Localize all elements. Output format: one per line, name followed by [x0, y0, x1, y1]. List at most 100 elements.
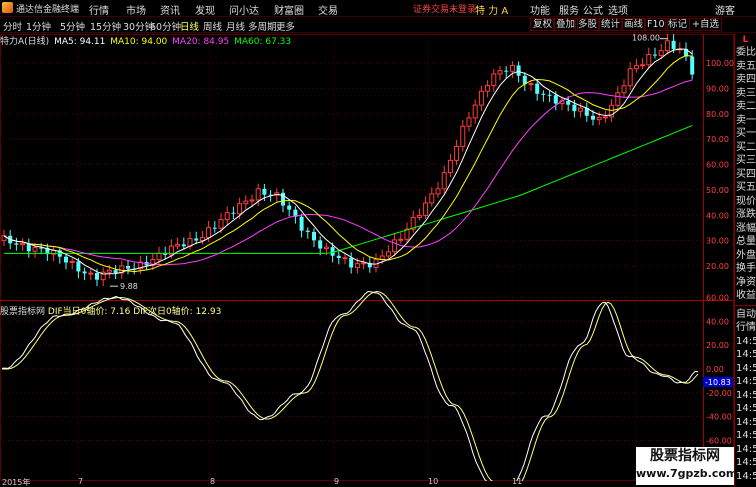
period-monthly[interactable]: 月线: [226, 19, 245, 33]
candle-body: [547, 94, 552, 96]
candle-body: [106, 269, 112, 273]
candle-body: [658, 50, 664, 56]
menu-item-news[interactable]: 资讯: [160, 2, 180, 17]
candle-body: [454, 145, 460, 161]
dif-today-zero: DIF当日0轴价: 7.16: [47, 307, 131, 317]
multi-stock-button[interactable]: 多股: [575, 18, 601, 31]
candle-body: [231, 212, 236, 214]
period-more[interactable]: 更多: [276, 19, 295, 33]
period-weekly[interactable]: 周线: [203, 19, 222, 33]
candle-body: [653, 54, 657, 56]
candle-body: [460, 125, 466, 147]
candle-body: [156, 252, 162, 261]
candle-body: [224, 212, 230, 221]
kline-chart[interactable]: 100.00 90.00 80.00 70.00 60.00 50.00 40.00 30.0…: [0, 34, 734, 481]
indicator-axis-label: -40.00: [706, 413, 732, 422]
candle-body: [591, 115, 595, 120]
menu-item-quotes[interactable]: 行情: [89, 2, 109, 17]
indicator-axis-label: -60.00: [706, 437, 732, 446]
candle-body: [572, 104, 577, 112]
menu-item-ask[interactable]: 问小达: [229, 2, 259, 17]
panel-item: 卖四: [736, 74, 756, 85]
indicator-name: 股票指标网: [0, 307, 46, 317]
mark-button[interactable]: 标记: [665, 18, 691, 31]
watermark-title: 股票指标网: [650, 448, 720, 464]
panel-item: 卖二: [736, 101, 756, 112]
panel-item: 现价: [736, 195, 756, 207]
panel-item: 14:56: [736, 430, 756, 441]
date-label: 10: [428, 477, 439, 486]
dif-tomorrow-zero: DIF次日0轴价: 12.93: [133, 307, 222, 317]
menu-item-trade[interactable]: 交易: [318, 2, 338, 17]
candle-body: [330, 247, 335, 256]
candle-body: [485, 85, 491, 92]
candle-body: [255, 188, 261, 201]
candle-body: [323, 246, 329, 250]
menu-item-fortune[interactable]: 财富圈: [274, 2, 304, 17]
date-label: 9: [334, 477, 340, 486]
ma10-value: MA10: 94.00: [110, 37, 168, 47]
period-5min[interactable]: 5分钟: [60, 19, 85, 33]
low-price-label: 9.88: [120, 282, 138, 291]
add-watchlist-button[interactable]: +自选: [689, 18, 722, 31]
panel-item: 买四: [736, 168, 756, 180]
candle-body: [441, 172, 447, 190]
panel-item: 买五: [736, 182, 756, 193]
main-chart-header: 特力A(日线) MA5: 94.11 MA10: 94.00 MA20: 84.…: [0, 34, 700, 47]
date-label: 8: [210, 477, 216, 486]
quote-side-panel: L 委比 卖五 卖四 卖三 卖二 卖一 买一 买二 买三 买四 买五 现价 涨跌 涨幅 总量 外盘 换手 净资 收益…: [734, 34, 756, 487]
period-1min[interactable]: 1分钟: [26, 19, 51, 33]
ma20-line: [3, 79, 693, 266]
candle-body: [32, 247, 38, 252]
menu-item-discover[interactable]: 发现: [195, 2, 215, 17]
candle-body: [646, 54, 652, 66]
draw-line-button[interactable]: 画线: [621, 18, 647, 31]
indicator-axis-label: 60.00: [706, 294, 729, 303]
adjust-button[interactable]: 复权: [530, 18, 556, 31]
candle-body: [516, 65, 521, 76]
candle-body: [354, 263, 360, 269]
period-multi[interactable]: 多周期: [248, 19, 277, 33]
candle-body: [237, 203, 243, 215]
candle-body: [392, 239, 398, 253]
panel-item: 14:56: [736, 335, 756, 347]
candle-body: [342, 257, 348, 260]
candle-body: [621, 85, 627, 94]
candle-body: [627, 68, 633, 87]
candle-body: [566, 100, 571, 105]
service-button[interactable]: 服务: [559, 2, 579, 17]
panel-item: 买二: [736, 141, 756, 153]
statistics-button[interactable]: 统计: [598, 18, 624, 31]
panel-item: 14:56: [736, 457, 756, 468]
candle-body: [175, 243, 181, 247]
panel-item: 14:56: [736, 349, 756, 360]
candle-body: [535, 83, 540, 94]
candle-body: [602, 116, 608, 119]
period-60min[interactable]: 60分钟: [150, 19, 181, 33]
panel-tab-icon[interactable]: L: [735, 34, 756, 46]
panel-item: 买三: [736, 155, 756, 166]
indicator-axis-label: -20.00: [706, 389, 732, 398]
formula-button[interactable]: 公式: [583, 2, 603, 17]
candle-body: [615, 92, 621, 106]
panel-item: 委比: [736, 47, 756, 58]
candle-body: [14, 243, 19, 245]
menu-item-market[interactable]: 市场: [126, 2, 146, 17]
login-status: 证券交易未登录: [413, 5, 477, 15]
panel-item: 14:56: [736, 403, 756, 414]
period-intraday[interactable]: 分时: [3, 19, 22, 33]
panel-item: 14:56: [736, 470, 756, 482]
period-15min[interactable]: 15分钟: [90, 19, 121, 33]
candle-body: [64, 256, 68, 263]
watermark: 股票指标网 www.7gpzb.com: [636, 447, 737, 485]
period-daily[interactable]: 日线: [180, 19, 199, 33]
candle-body: [553, 95, 558, 104]
function-button[interactable]: 功能: [530, 2, 550, 17]
candle-body: [504, 70, 509, 72]
candle-body: [478, 90, 484, 106]
candle-body: [206, 227, 212, 239]
panel-item: 14:56: [736, 376, 756, 387]
candle-body: [385, 251, 391, 257]
guest-button[interactable]: 游客: [715, 2, 735, 17]
options-button[interactable]: 选项: [608, 2, 628, 17]
